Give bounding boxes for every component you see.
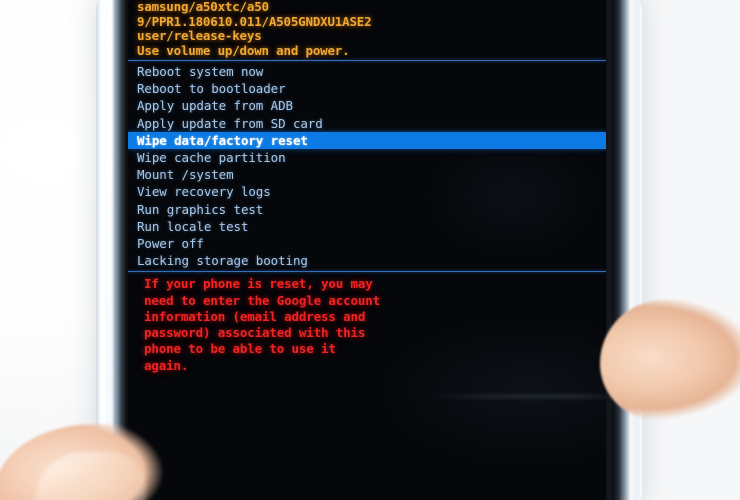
warning-line-1: If your phone is reset, you may [144, 276, 373, 292]
menu-item-reboot-system-now[interactable]: Reboot system now [128, 63, 606, 80]
separator-above-menu [128, 60, 606, 62]
menu-item-apply-update-from-adb[interactable]: Apply update from ADB [128, 97, 606, 114]
screenshot-stage: Android Recovery samsung/a50xtc/a50 9/PP… [0, 0, 740, 500]
warning-line-3: information (email address and [144, 308, 366, 324]
screen-glare-streak [428, 394, 606, 399]
recovery-menu: Reboot system now Reboot to bootloader A… [128, 62, 606, 269]
header-line-keys: user/release-keys [137, 28, 262, 44]
menu-item-power-off[interactable]: Power off [128, 235, 606, 252]
warning-line-4: password) associated with this [144, 325, 366, 341]
recovery-console: Android Recovery samsung/a50xtc/a50 9/PP… [128, 0, 606, 374]
menu-item-apply-update-from-sd[interactable]: Apply update from SD card [128, 115, 606, 132]
menu-item-reboot-to-bootloader[interactable]: Reboot to bootloader [128, 80, 606, 97]
warning-line-2: need to enter the Google account [144, 292, 381, 308]
header-line-hint: Use volume up/down and power. [137, 42, 350, 58]
recovery-header: Android Recovery samsung/a50xtc/a50 9/PP… [128, 0, 606, 58]
phone-screen: Android Recovery samsung/a50xtc/a50 9/PP… [128, 0, 606, 500]
warning-line-6: again. [144, 357, 189, 373]
menu-item-lacking-storage-booting[interactable]: Lacking storage booting [128, 252, 606, 269]
warning-line-5: phone to be able to use it [144, 341, 336, 357]
menu-item-view-recovery-logs[interactable]: View recovery logs [128, 183, 606, 200]
separator-above-warning [128, 271, 606, 273]
menu-item-run-locale-test[interactable]: Run locale test [128, 218, 606, 235]
header-line-device: samsung/a50xtc/a50 [137, 0, 269, 15]
menu-item-wipe-cache-partition[interactable]: Wipe cache partition [128, 149, 606, 166]
menu-item-mount-system[interactable]: Mount /system [128, 166, 606, 183]
recovery-warning: If your phone is reset, you may need to … [128, 273, 606, 374]
menu-item-run-graphics-test[interactable]: Run graphics test [128, 201, 606, 218]
menu-item-wipe-data-factory-reset[interactable]: Wipe data/factory reset [128, 131, 606, 149]
